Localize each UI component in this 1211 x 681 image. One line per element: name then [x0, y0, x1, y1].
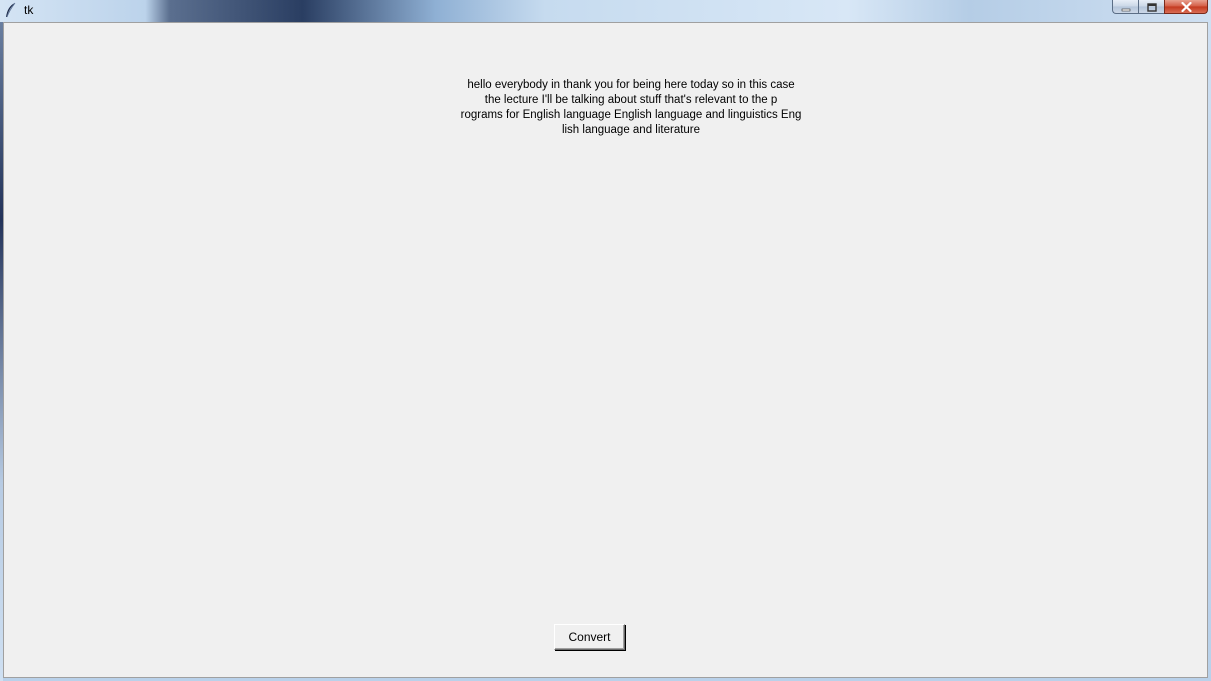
- app-window: tk hello everybody in thank you for bein…: [0, 0, 1211, 681]
- close-button[interactable]: [1164, 0, 1208, 14]
- minimize-icon: [1121, 0, 1131, 16]
- close-icon: [1180, 0, 1192, 16]
- feather-icon: [4, 2, 18, 18]
- minimize-button[interactable]: [1112, 0, 1138, 14]
- title-bar[interactable]: tk: [0, 0, 1211, 22]
- maximize-button[interactable]: [1138, 0, 1164, 14]
- window-controls: [1112, 0, 1208, 14]
- client-area: hello everybody in thank you for being h…: [3, 22, 1208, 678]
- window-title: tk: [24, 3, 34, 17]
- transcript-line: the lecture I'll be talking about stuff …: [484, 94, 778, 106]
- transcript-line: lish language and literature: [561, 124, 701, 136]
- transcript-line: hello everybody in thank you for being h…: [467, 79, 795, 91]
- transcript-line: rograms for English language English lan…: [460, 109, 802, 121]
- maximize-icon: [1146, 0, 1157, 16]
- transcript-label: hello everybody in thank you for being h…: [450, 78, 812, 138]
- convert-button[interactable]: Convert: [554, 624, 625, 650]
